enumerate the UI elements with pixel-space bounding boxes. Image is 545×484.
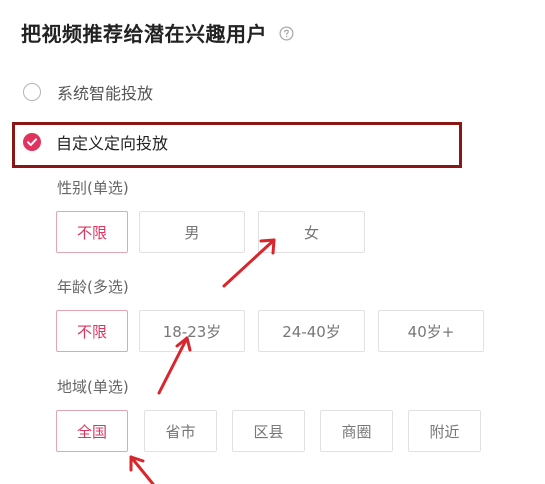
region-section-label: 地域(单选): [57, 378, 129, 396]
gender-option-male[interactable]: 男: [139, 211, 245, 253]
region-option-district[interactable]: 区县: [232, 410, 305, 452]
gender-option-unlimited[interactable]: 不限: [56, 211, 128, 253]
radio-custom-label: 自定义定向投放: [56, 134, 169, 153]
page-title: 把视频推荐给潜在兴趣用户: [21, 22, 267, 46]
region-option-province-city[interactable]: 省市: [144, 410, 217, 452]
annotation-arrow-region: [129, 455, 155, 484]
age-option-18-23[interactable]: 18-23岁: [139, 310, 245, 352]
region-option-nationwide[interactable]: 全国: [56, 410, 128, 452]
age-option-40-plus[interactable]: 40岁+: [378, 310, 484, 352]
radio-unchecked-icon[interactable]: [23, 83, 41, 101]
region-option-nearby[interactable]: 附近: [408, 410, 481, 452]
region-option-business-area[interactable]: 商圈: [320, 410, 393, 452]
question-circle-icon[interactable]: [279, 26, 294, 41]
gender-option-female[interactable]: 女: [258, 211, 365, 253]
age-section-label: 年龄(多选): [57, 278, 129, 296]
age-option-24-40[interactable]: 24-40岁: [258, 310, 365, 352]
age-option-unlimited[interactable]: 不限: [56, 310, 128, 352]
radio-smart-targeting[interactable]: 系统智能投放: [23, 81, 153, 103]
radio-custom-targeting[interactable]: 自定义定向投放: [23, 131, 168, 153]
radio-smart-label: 系统智能投放: [57, 84, 154, 103]
radio-checked-icon[interactable]: [23, 133, 41, 151]
gender-section-label: 性别(单选): [57, 179, 129, 197]
